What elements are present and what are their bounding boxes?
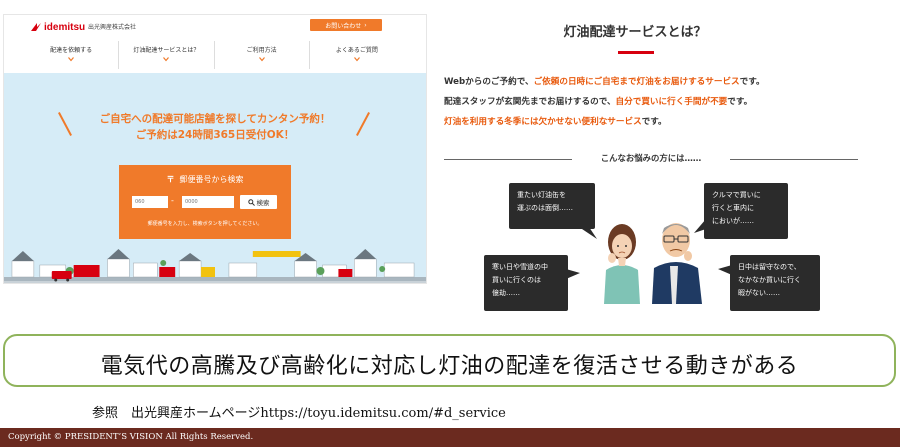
worried-couple-illustration — [604, 223, 702, 304]
company-name: 出光興産株式会社 — [88, 24, 137, 31]
bubble-line: 暇がない…… — [738, 289, 780, 297]
bubble-line: クルマで買いに — [712, 191, 761, 199]
nav-item-label: ご利用方法 — [246, 47, 277, 54]
highlight-text: 灯油を利用する冬季には欠かせない便利なサービス — [444, 117, 642, 127]
speech-bubble-heavy-can: 重たい灯油缶を 運ぶのは面倒…… — [509, 183, 597, 239]
contact-button-label: お問い合わせ — [325, 22, 362, 30]
footer-bar: Copyright © PRESIDENT’S VISION All Right… — [0, 428, 900, 447]
search-title-text: 郵便番号から検索 — [179, 175, 244, 184]
zip-second-input[interactable] — [182, 196, 234, 208]
bubble-line: 寒い日や雪道の中 — [492, 263, 548, 271]
bubble-line: においが…… — [712, 217, 754, 225]
line-text: です。 — [727, 97, 753, 107]
service-description-line-2: 配達スタッフが玄関先までお届けするので、自分で買いに行く手間が不要です。 — [444, 95, 752, 107]
hero-headline: ご自宅への配達可能店舗を探してカンタン予約！ — [99, 113, 331, 125]
bubble-tail — [566, 269, 580, 279]
line-text: です。 — [739, 77, 765, 87]
bubble-line: 買いに行くのは — [492, 276, 541, 284]
chevron-down-icon — [353, 57, 360, 62]
line-text: 配達スタッフが玄関先までお届けするので、 — [444, 97, 616, 107]
slide-headline: 電気代の高騰及び高齢化に対応し灯油の配達を復活させる動きがある — [100, 354, 799, 379]
reference-note: 参照 出光興産ホームページhttps://toyu.idemitsu.com/#… — [92, 406, 506, 421]
divider-line — [444, 159, 572, 160]
line-text: Webからのご予約で、 — [444, 77, 534, 87]
nav-item-label: 灯油配達サービスとは？ — [133, 47, 200, 54]
chevron-down-icon — [258, 57, 265, 62]
bubble-line: 行くと車内に — [712, 204, 754, 212]
search-panel-title: 〒郵便番号から検索 — [119, 174, 291, 185]
bubble-line: 億劫…… — [492, 289, 520, 297]
website-screenshot: idemitsu 出光興産株式会社 お問い合わせ › 配達を依頼する 灯油配達サ… — [3, 14, 427, 284]
logo-text: idemitsu — [44, 21, 86, 33]
zip-first-input[interactable] — [132, 196, 168, 208]
nav-item-how-to-use[interactable]: ご利用方法 — [215, 41, 310, 69]
hero-subheadline: ご予約は24時間365日受付OK！ — [135, 129, 295, 141]
bubble-tail — [579, 227, 597, 239]
search-button-label: 検索 — [256, 199, 270, 207]
bubble-line: 重たい灯油缶を — [517, 191, 566, 199]
nav-item-about-service[interactable]: 灯油配達サービスとは？ — [119, 41, 215, 69]
service-title: 灯油配達サービスとは？ — [563, 25, 707, 40]
town-illustration — [4, 249, 426, 283]
contact-button[interactable]: お問い合わせ › — [310, 19, 382, 31]
zip-dash: - — [171, 196, 174, 205]
nav-item-label: 配達を依頼する — [50, 47, 93, 54]
speech-bubble-no-time: 日中は留守なので、 なかなか買いに行く 暇がない…… — [718, 255, 820, 311]
worries-heading: こんなお悩みの方には…… — [600, 153, 702, 163]
chevron-down-icon — [68, 57, 75, 62]
service-description-line-1: Webからのご予約で、ご依頼の日時にご自宅まで灯油をお届けするサービスです。 — [444, 75, 765, 87]
hero-section: ご自宅への配達可能店舗を探してカンタン予約！ ご予約は24時間365日受付OK！… — [4, 73, 426, 283]
bubble-line: 運ぶのは面倒…… — [517, 204, 573, 212]
chevron-right-icon: › — [364, 21, 367, 29]
flame-logo-icon — [31, 23, 41, 31]
nav-item-faq[interactable]: よくあるご質問 — [310, 41, 404, 69]
search-button[interactable]: 検索 — [240, 195, 277, 209]
highlight-text: ご依頼の日時にご自宅まで灯油をお届けするサービス — [533, 77, 740, 87]
highlight-text: 自分で買いに行く手間が不要 — [615, 97, 728, 107]
site-header: idemitsu 出光興産株式会社 お問い合わせ › — [4, 15, 426, 39]
site-nav: 配達を依頼する 灯油配達サービスとは？ ご利用方法 よくあるご質問 — [24, 41, 404, 69]
bubble-tail — [718, 265, 732, 275]
postal-search-panel: 〒郵便番号から検索 - 検索 郵便番号を入力し、検索ボタンを押してください。 — [119, 165, 291, 239]
headline-box: 電気代の高騰及び高齢化に対応し灯油の配達を復活させる動きがある — [3, 334, 896, 387]
idemitsu-logo[interactable]: idemitsu — [30, 20, 85, 34]
bubble-line: なかなか買いに行く — [738, 276, 801, 284]
line-text: です。 — [641, 117, 667, 127]
nav-item-request-delivery[interactable]: 配達を依頼する — [24, 41, 120, 69]
chevron-down-icon — [163, 57, 170, 62]
bubble-line: 日中は留守なので、 — [738, 263, 801, 271]
postal-mark-icon: 〒 — [166, 175, 175, 184]
service-description-line-3: 灯油を利用する冬季には欠かせない便利なサービスです。 — [444, 115, 667, 127]
speech-bubble-cold-snow: 寒い日や雪道の中 買いに行くのは 億劫…… — [484, 255, 580, 311]
copyright-text: Copyright © PRESIDENT’S VISION All Right… — [8, 432, 254, 442]
divider-line — [730, 159, 858, 160]
search-instructions: 郵便番号を入力し、検索ボタンを押してください。 — [147, 221, 263, 227]
title-underline — [618, 51, 654, 54]
nav-item-label: よくあるご質問 — [335, 47, 378, 54]
speech-bubble-car-smell: クルマで買いに 行くと車内に においが…… — [694, 183, 788, 239]
search-icon — [247, 198, 255, 206]
